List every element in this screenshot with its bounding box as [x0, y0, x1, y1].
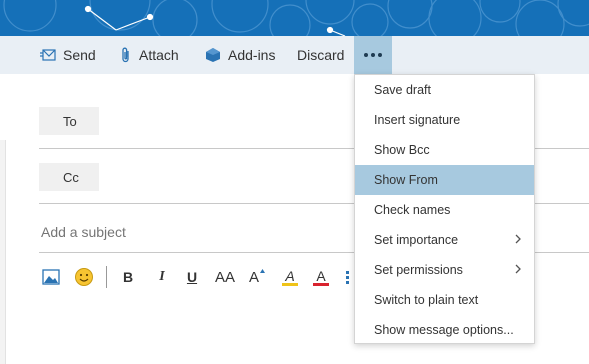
compose-toolbar: Send Attach Add-ins Discard	[0, 36, 589, 74]
menu-item-label: Show Bcc	[374, 143, 430, 157]
menu-item-label: Switch to plain text	[374, 293, 479, 307]
more-icon	[364, 53, 382, 57]
menu-item-label: Show From	[374, 173, 438, 187]
menu-item-show-from[interactable]: Show From	[355, 165, 534, 195]
addins-button[interactable]: Add-ins	[205, 36, 275, 74]
left-pane-edge	[0, 140, 6, 364]
grow-font-label: A	[249, 268, 260, 286]
menu-item-set-permissions[interactable]: Set permissions	[355, 255, 534, 285]
menu-item-label: Set permissions	[374, 263, 463, 277]
attach-button[interactable]: Attach	[120, 36, 179, 74]
highlight-color-bar	[282, 282, 298, 286]
highlight-button[interactable]: A	[281, 266, 299, 288]
to-button[interactable]: To	[39, 107, 99, 135]
send-button[interactable]: Send	[40, 36, 96, 74]
paperclip-icon	[120, 47, 132, 63]
grow-font-button[interactable]: A	[249, 266, 265, 288]
banner-pattern	[3, 0, 589, 36]
menu-item-insert-signature[interactable]: Insert signature	[355, 105, 534, 135]
send-icon	[40, 49, 56, 61]
more-options-button[interactable]	[354, 36, 392, 74]
font-color-button[interactable]: A	[312, 266, 330, 288]
more-options-menu: Save draft Insert signature Show Bcc Sho…	[354, 74, 535, 344]
emoji-icon[interactable]	[73, 266, 95, 288]
discard-label: Discard	[297, 47, 345, 63]
menu-item-label: Show message options...	[374, 323, 514, 337]
menu-item-show-message-options[interactable]: Show message options...	[355, 315, 534, 345]
menu-item-check-names[interactable]: Check names	[355, 195, 534, 225]
chevron-right-icon	[515, 234, 521, 244]
underline-button[interactable]: U	[185, 266, 199, 288]
format-separator	[106, 266, 107, 288]
highlight-label: A	[285, 267, 295, 284]
menu-item-save-draft[interactable]: Save draft	[355, 75, 534, 105]
menu-item-switch-plain-text[interactable]: Switch to plain text	[355, 285, 534, 315]
attach-label: Attach	[139, 47, 179, 63]
italic-button[interactable]: I	[155, 266, 169, 288]
grow-arrow-icon	[260, 269, 265, 273]
addins-label: Add-ins	[228, 47, 276, 63]
bullets-icon[interactable]	[345, 266, 353, 288]
menu-item-label: Save draft	[374, 83, 431, 97]
menu-item-show-bcc[interactable]: Show Bcc	[355, 135, 534, 165]
chevron-right-icon	[515, 264, 521, 274]
bold-button[interactable]: B	[121, 266, 135, 288]
subject-input[interactable]	[41, 221, 341, 243]
menu-item-label: Set importance	[374, 233, 459, 247]
menu-item-set-importance[interactable]: Set importance	[355, 225, 534, 255]
font-color-label: A	[316, 267, 326, 284]
cc-button[interactable]: Cc	[39, 163, 99, 191]
addins-icon	[205, 47, 221, 63]
header-banner	[0, 0, 589, 36]
font-color-bar	[313, 282, 329, 286]
menu-item-label: Insert signature	[374, 113, 461, 127]
font-size-button[interactable]: AA	[214, 266, 236, 288]
insert-picture-icon[interactable]	[41, 266, 61, 288]
menu-item-label: Check names	[374, 203, 451, 217]
send-label: Send	[63, 47, 96, 63]
discard-button[interactable]: Discard	[297, 36, 344, 74]
